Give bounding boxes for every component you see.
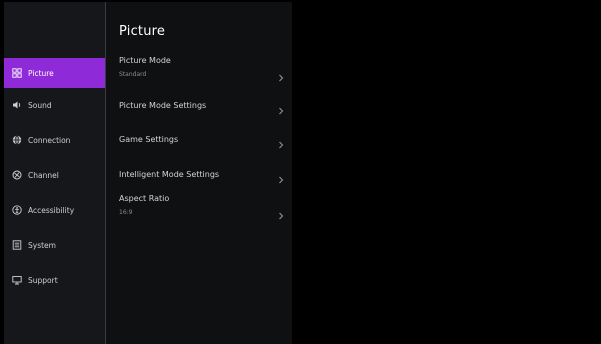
sidebar-item-label: Support [28, 275, 58, 285]
connection-icon [12, 135, 22, 145]
menu-item-picture-mode[interactable]: Picture Mode Standard [106, 56, 292, 90]
menu-item-intelligent-mode-settings[interactable]: Intelligent Mode Settings [106, 164, 292, 186]
chevron-right-icon [278, 68, 284, 82]
menu-item-label: Picture Mode Settings [119, 101, 207, 110]
menu-item-aspect-ratio[interactable]: Aspect Ratio 16:9 [106, 194, 292, 228]
sidebar-item-label: Connection [28, 135, 71, 145]
menu-item-label: Picture Mode [119, 56, 171, 65]
menu-item-label: Game Settings [119, 135, 179, 144]
channel-icon [12, 170, 22, 180]
sidebar-item-picture[interactable]: Picture [4, 58, 105, 88]
menu-item-label: Aspect Ratio [119, 194, 170, 203]
menu-item-picture-mode-settings[interactable]: Picture Mode Settings [106, 95, 292, 117]
sidebar-item-sound[interactable]: Sound [4, 90, 105, 120]
picture-icon [12, 68, 22, 78]
sidebar-item-channel[interactable]: Channel [4, 160, 105, 190]
menu-item-value: 16:9 [119, 209, 133, 216]
sidebar-item-connection[interactable]: Connection [4, 125, 105, 155]
sidebar-item-label: Accessibility [28, 205, 75, 215]
support-icon [12, 275, 22, 285]
sidebar-item-label: Picture [28, 68, 54, 78]
accessibility-icon [12, 205, 22, 215]
sidebar-item-label: System [28, 240, 56, 250]
picture-settings-panel: Picture Picture Mode Standard Picture Mo… [106, 2, 292, 344]
sound-icon [12, 100, 22, 110]
tv-settings-screen: Picture Sound Connection Channel Accessi [4, 2, 601, 344]
settings-sidebar: Picture Sound Connection Channel Accessi [4, 2, 105, 344]
menu-item-value: Standard [119, 71, 147, 78]
menu-item-game-settings[interactable]: Game Settings [106, 129, 292, 151]
sidebar-item-label: Sound [28, 100, 52, 110]
sidebar-item-accessibility[interactable]: Accessibility [4, 195, 105, 225]
sidebar-item-label: Channel [28, 170, 59, 180]
chevron-right-icon [278, 101, 284, 115]
sidebar-item-system[interactable]: System [4, 230, 105, 260]
chevron-right-icon [278, 170, 284, 184]
chevron-right-icon [278, 206, 284, 220]
system-icon [12, 240, 22, 250]
page-title: Picture [119, 24, 166, 39]
sidebar-item-support[interactable]: Support [4, 265, 105, 295]
chevron-right-icon [278, 135, 284, 149]
menu-item-label: Intelligent Mode Settings [119, 170, 220, 179]
